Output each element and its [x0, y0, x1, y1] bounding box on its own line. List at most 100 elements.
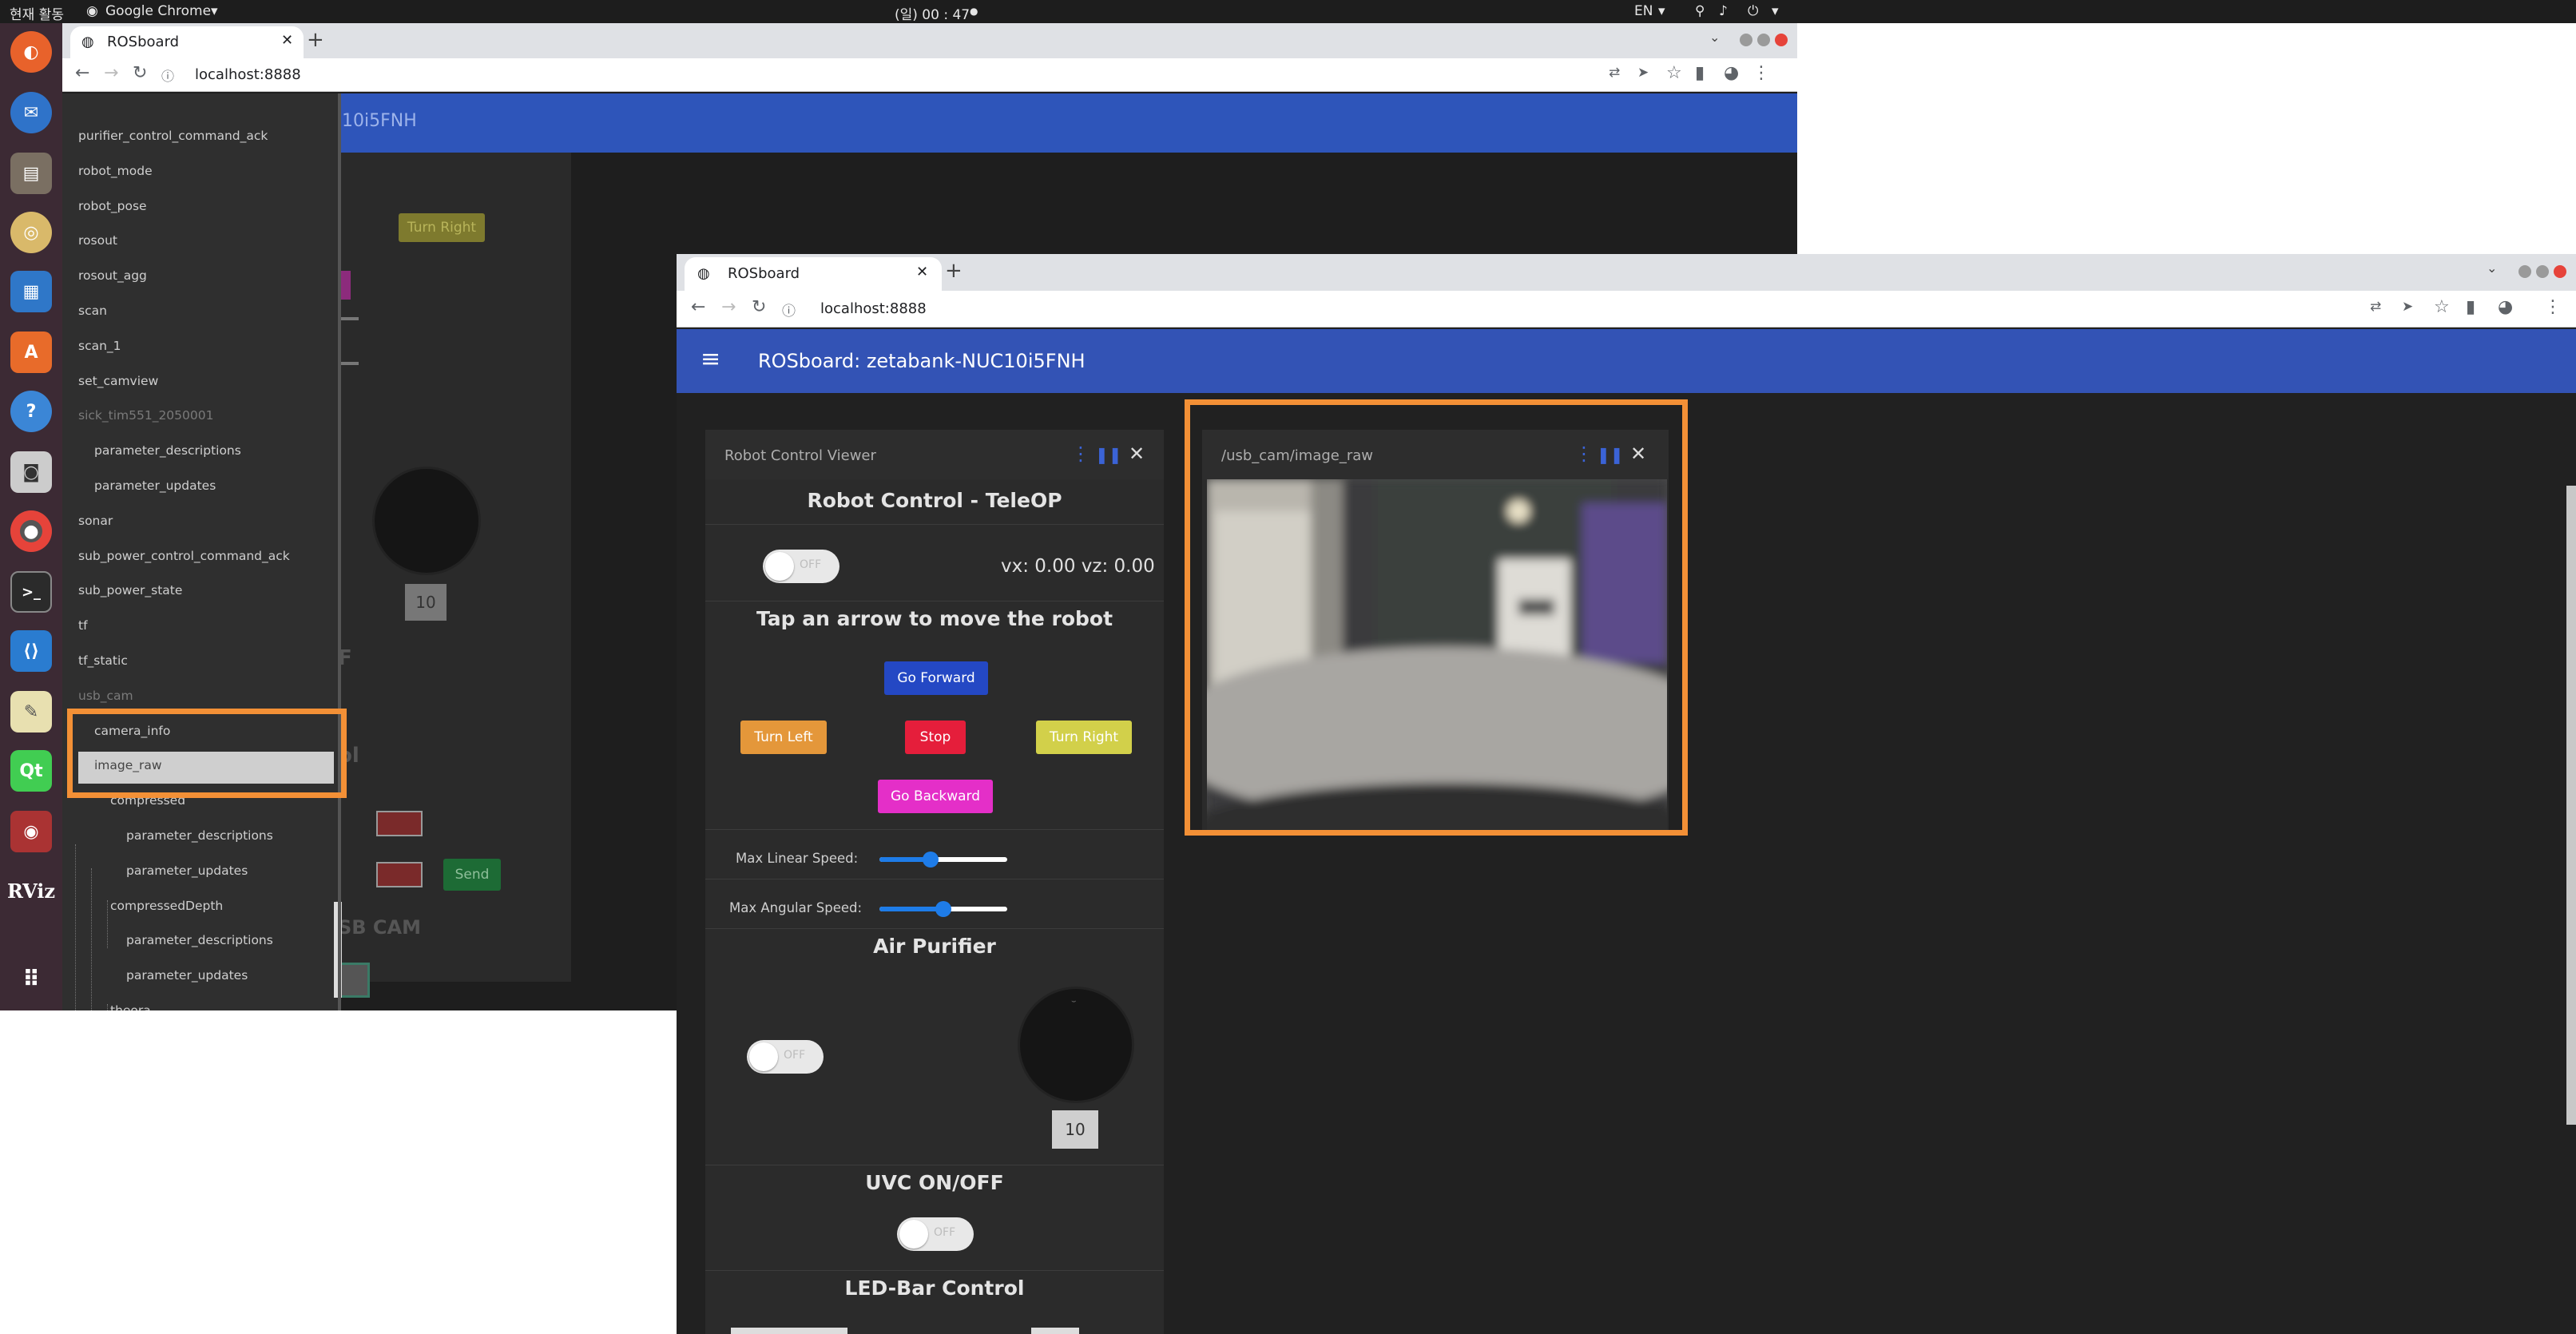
maximize-button[interactable] — [1757, 34, 1770, 46]
terminal-icon[interactable]: >_ — [10, 571, 52, 613]
drawer-item[interactable]: sick_tim551_2050001 — [78, 408, 213, 423]
hamburger-menu-icon[interactable]: ≡ — [701, 345, 720, 373]
drawer-item[interactable]: rosout_agg — [78, 268, 147, 283]
max-linear-slider[interactable] — [879, 852, 1007, 867]
close-button[interactable] — [2554, 265, 2566, 278]
drawer-item[interactable]: purifier_control_command_ack — [78, 129, 268, 143]
writer-icon[interactable]: ▦ — [10, 271, 52, 312]
drawer-item[interactable]: tf — [78, 618, 88, 633]
info-icon[interactable]: ⓘ — [782, 300, 796, 320]
forward-icon[interactable]: → — [104, 63, 118, 83]
drawer-item[interactable]: usb_cam — [78, 689, 133, 703]
turn-right-button[interactable]: Turn Right — [1036, 721, 1132, 754]
drawer-item[interactable]: sub_power_control_command_ack — [78, 549, 290, 563]
close-button[interactable] — [1775, 34, 1788, 46]
camera-icon[interactable]: ◙ — [10, 451, 52, 493]
info-icon[interactable]: ⓘ — [161, 66, 174, 85]
forward-icon[interactable]: → — [721, 297, 736, 317]
drawer-item[interactable]: rosout — [78, 233, 117, 248]
slider-thumb[interactable] — [935, 901, 951, 917]
sidepanel-icon[interactable]: ▮ — [1695, 63, 1705, 83]
reload-icon[interactable]: ↻ — [752, 297, 766, 317]
drawer-item[interactable]: sonar — [78, 514, 113, 528]
show-apps-icon[interactable]: ⠿ — [10, 958, 52, 999]
more-options-icon[interactable]: ⋮ — [1071, 443, 1090, 465]
url-field[interactable]: localhost:8888 — [195, 66, 301, 83]
close-icon[interactable]: ✕ — [281, 32, 293, 49]
teleop-toggle[interactable]: OFF — [763, 550, 839, 583]
thunderbird-icon[interactable]: ✉ — [10, 92, 52, 133]
slider-thumb[interactable] — [923, 852, 939, 867]
drawer-item[interactable]: set_camview — [78, 374, 158, 388]
air-level-value[interactable]: 10 — [1052, 1110, 1098, 1149]
recorder-icon[interactable]: ◉ — [10, 811, 52, 852]
language-indicator[interactable]: EN — [1634, 3, 1653, 19]
chrome-icon[interactable]: ● — [10, 510, 52, 552]
files-icon[interactable]: ▤ — [10, 153, 52, 194]
translate-icon[interactable]: ⇄ — [1609, 65, 1620, 81]
turn-left-button[interactable]: Turn Left — [740, 721, 827, 754]
send-icon[interactable]: ➤ — [2402, 299, 2413, 315]
pause-icon[interactable]: ❚❚ — [1095, 445, 1122, 464]
drawer-item[interactable]: theora — [110, 1003, 151, 1010]
drawer-item[interactable]: scan_1 — [78, 339, 121, 353]
led-input[interactable] — [731, 1328, 847, 1334]
maximize-button[interactable] — [2536, 265, 2549, 278]
back-icon[interactable]: ← — [691, 297, 705, 317]
vscode-icon[interactable]: ⟨⟩ — [10, 630, 52, 672]
page-scrollbar[interactable] — [2566, 486, 2576, 1125]
menu-dots-icon[interactable]: ⋮ — [1752, 63, 1770, 83]
drawer-item[interactable]: parameter_descriptions — [94, 443, 241, 458]
drawer-item[interactable]: robot_pose — [78, 199, 147, 213]
tab-rosboard[interactable]: ◍ ROSboard ✕ — [685, 257, 942, 291]
clock[interactable]: (일) 00 : 47 — [895, 3, 970, 23]
software-center-icon[interactable]: A — [10, 332, 52, 373]
drawer-item[interactable]: tf_static — [78, 653, 128, 668]
stop-button[interactable]: Stop — [905, 721, 966, 754]
network-icon[interactable]: ⚲ — [1695, 3, 1705, 19]
drawer-item[interactable]: sub_power_state — [78, 583, 182, 598]
bookmark-star-icon[interactable]: ☆ — [2434, 297, 2450, 317]
chevron-down-icon[interactable]: ⌄ — [2487, 260, 2497, 276]
air-purifier-toggle[interactable]: OFF — [747, 1040, 824, 1074]
url-field[interactable]: localhost:8888 — [820, 300, 927, 317]
drawer-item[interactable]: compressedDepth — [110, 899, 223, 913]
minimize-button[interactable] — [1740, 34, 1752, 46]
translate-icon[interactable]: ⇄ — [2370, 299, 2381, 315]
text-editor-icon[interactable]: ✎ — [10, 691, 52, 733]
drawer-item[interactable]: parameter_descriptions — [126, 933, 273, 947]
drawer-item[interactable]: parameter_updates — [126, 864, 248, 878]
new-tab-button[interactable]: + — [307, 28, 324, 52]
uvc-toggle[interactable]: OFF — [897, 1217, 974, 1251]
drawer-item[interactable]: parameter_updates — [126, 968, 248, 983]
reload-icon[interactable]: ↻ — [133, 63, 147, 83]
drawer-item[interactable]: parameter_updates — [94, 478, 216, 493]
led-input[interactable] — [1031, 1328, 1079, 1334]
rhythmbox-icon[interactable]: ◎ — [10, 212, 52, 253]
profile-icon[interactable]: ◕ — [2498, 297, 2513, 317]
qt-icon[interactable]: Qt — [10, 750, 52, 792]
close-icon[interactable]: ✕ — [1129, 443, 1145, 465]
tab-rosboard[interactable]: ◍ ROSboard ✕ — [70, 26, 304, 58]
app-menu[interactable]: Google Chrome — [105, 3, 211, 19]
minimize-button[interactable] — [2518, 265, 2531, 278]
go-backward-button[interactable]: Go Backward — [878, 780, 993, 813]
go-forward-button[interactable]: Go Forward — [884, 661, 988, 695]
close-icon[interactable]: ✕ — [916, 264, 928, 280]
menu-dots-icon[interactable]: ⋮ — [2544, 297, 2562, 317]
send-icon[interactable]: ➤ — [1637, 65, 1649, 81]
new-tab-button[interactable]: + — [945, 259, 963, 283]
sidepanel-icon[interactable]: ▮ — [2466, 297, 2475, 317]
chevron-down-icon[interactable]: ⌄ — [1709, 30, 1720, 45]
drawer-item[interactable]: robot_mode — [78, 164, 153, 178]
air-level-knob[interactable]: ⌣ — [1020, 989, 1132, 1101]
bookmark-star-icon[interactable]: ☆ — [1666, 63, 1682, 83]
firefox-icon[interactable]: ◐ — [10, 31, 52, 73]
volume-icon[interactable]: ♪ — [1719, 3, 1728, 19]
back-icon[interactable]: ← — [75, 63, 89, 83]
rviz-icon[interactable]: RViz — [7, 870, 55, 911]
drawer-item[interactable]: parameter_descriptions — [126, 828, 273, 843]
profile-icon[interactable]: ◕ — [1724, 63, 1739, 83]
help-icon[interactable]: ? — [10, 391, 52, 432]
max-angular-slider[interactable] — [879, 901, 1007, 917]
